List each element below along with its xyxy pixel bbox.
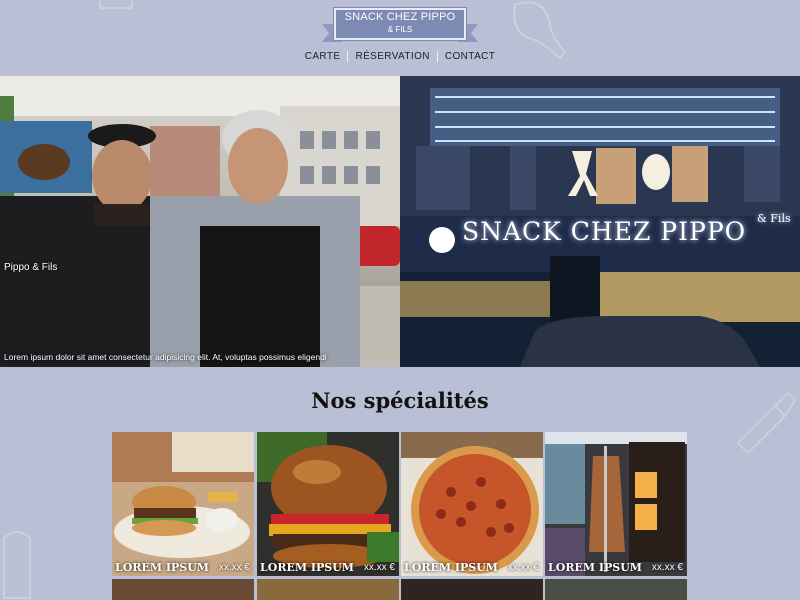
hero-photo-owners: Pippo & Fils Lorem ipsum dolor sit amet … [0, 76, 400, 367]
specialty-card[interactable]: LOREM IPSUM xx.xx € [401, 432, 543, 576]
specialty-card-price: xx.xx € [651, 562, 683, 573]
kebab-spit-photo [545, 432, 687, 576]
hero-photo-storefront: SNACK CHEZ PIPPO & Fils [400, 76, 800, 367]
specialty-card-price: xx.xx € [363, 562, 395, 573]
specialty-card-title: LOREM IPSUM [404, 561, 498, 574]
owners-photo-illustration [0, 76, 400, 367]
specialty-card-partial[interactable] [257, 579, 399, 600]
specialty-card-price: xx.xx € [507, 562, 539, 573]
specialty-card-title: LOREM IPSUM [115, 561, 209, 574]
specialty-card-title: LOREM IPSUM [548, 561, 642, 574]
storefront-sign-text: SNACK CHEZ PIPPO [462, 217, 747, 246]
main-nav: CARTE RÉSERVATION CONTACT [0, 51, 800, 62]
nav-link-reservation[interactable]: RÉSERVATION [348, 51, 436, 62]
hero-caption-name: Pippo & Fils [4, 262, 58, 273]
pizza-photo [401, 432, 543, 576]
specialty-card-partial[interactable] [545, 579, 687, 600]
specialty-card[interactable]: LOREM IPSUM xx.xx € [545, 432, 687, 576]
specialty-card-price: xx.xx € [218, 562, 250, 573]
specialty-card[interactable]: LOREM IPSUM xx.xx € [257, 432, 399, 576]
logo-subtitle: & FILS [387, 25, 413, 34]
cheeseburger-photo [257, 432, 399, 576]
storefront-sign-subtitle: & Fils [757, 212, 791, 225]
nav-link-carte[interactable]: CARTE [298, 51, 348, 62]
specialty-card-partial[interactable] [112, 579, 254, 600]
specialty-card-title: LOREM IPSUM [260, 561, 354, 574]
background-doodle-wrap-icon [0, 528, 34, 600]
specialties-title: Nos spécialités [311, 388, 489, 413]
logo-title: SNACK CHEZ PIPPO [344, 11, 456, 23]
specialty-card[interactable]: LOREM IPSUM xx.xx € [112, 432, 254, 576]
burger-plate-photo [112, 432, 254, 576]
site-header: SNACK CHEZ PIPPO & FILS CARTE RÉSERVATIO… [0, 0, 800, 76]
hero-caption-text: Lorem ipsum dolor sit amet consectetur a… [4, 352, 327, 362]
nav-link-contact[interactable]: CONTACT [438, 51, 502, 62]
site-logo[interactable]: SNACK CHEZ PIPPO & FILS [322, 8, 478, 44]
specialty-card-partial[interactable] [401, 579, 543, 600]
hero-banner: Pippo & Fils Lorem ipsum dolor sit amet … [0, 76, 800, 367]
